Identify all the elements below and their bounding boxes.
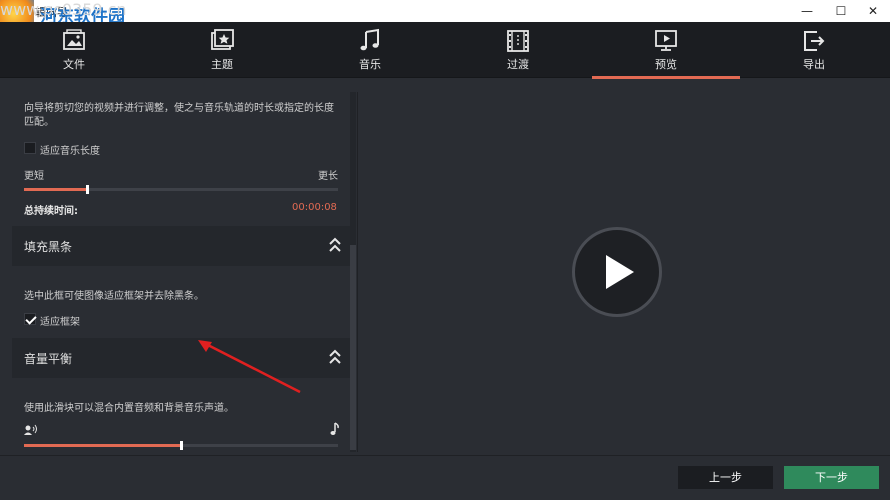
tab-transition-label: 过渡 bbox=[444, 56, 592, 72]
tab-file-label: 文件 bbox=[0, 56, 148, 72]
watermark-url: www.pc0359.cn bbox=[0, 0, 127, 19]
total-duration-value: 00:00:08 bbox=[292, 202, 337, 213]
next-step-button[interactable]: 下一步 bbox=[784, 466, 879, 489]
tab-music[interactable]: 音乐 bbox=[296, 22, 444, 78]
previous-step-button[interactable]: 上一步 bbox=[678, 466, 773, 489]
settings-panel: 向导将剪切您的视频并进行调整，使之与音乐轨道的时长或指定的长度匹配。 适应音乐长… bbox=[12, 92, 350, 452]
file-image-icon bbox=[61, 28, 87, 54]
fill-black-section-header[interactable]: 填充黑条 bbox=[12, 226, 350, 266]
minimize-button[interactable]: — bbox=[790, 0, 824, 22]
video-preview bbox=[357, 92, 878, 452]
tab-theme-label: 主题 bbox=[148, 56, 296, 72]
tab-file[interactable]: 文件 bbox=[0, 22, 148, 78]
volume-balance-slider[interactable] bbox=[24, 444, 338, 447]
fit-frame-checkbox-label: 适应框架 bbox=[40, 313, 80, 328]
volume-balance-slider-fill bbox=[24, 444, 181, 447]
bottom-bar: 上一步 下一步 bbox=[0, 455, 890, 500]
step-navigation: 文件 主题 音乐 过渡 bbox=[0, 22, 890, 78]
voice-icon bbox=[24, 424, 38, 436]
total-duration-label: 总持续时间: bbox=[24, 202, 78, 217]
maximize-button[interactable]: ☐ bbox=[824, 0, 858, 22]
tab-export[interactable]: 导出 bbox=[740, 22, 888, 78]
tab-transition[interactable]: 过渡 bbox=[444, 22, 592, 78]
tab-preview-label: 预览 bbox=[592, 56, 740, 72]
tab-music-label: 音乐 bbox=[296, 56, 444, 72]
music-note-icon bbox=[357, 28, 383, 54]
transition-film-icon bbox=[505, 28, 531, 54]
length-slider-fill bbox=[24, 188, 87, 191]
volume-balance-section-header[interactable]: 音量平衡 bbox=[12, 338, 350, 378]
volume-balance-slider-thumb[interactable] bbox=[180, 441, 183, 450]
fit-frame-checkbox[interactable] bbox=[24, 313, 36, 325]
play-button[interactable] bbox=[572, 227, 662, 317]
fill-black-description: 选中此框可使图像适应框架并去除黑条。 bbox=[24, 290, 334, 304]
settings-scrollbar-thumb[interactable] bbox=[350, 245, 356, 450]
longer-label: 更长 bbox=[318, 167, 338, 182]
export-icon bbox=[801, 28, 827, 54]
length-slider[interactable] bbox=[24, 188, 338, 191]
volume-balance-title: 音量平衡 bbox=[24, 350, 72, 367]
preview-screen-icon bbox=[653, 28, 679, 54]
tab-preview[interactable]: 预览 bbox=[592, 22, 740, 78]
fit-music-description: 向导将剪切您的视频并进行调整，使之与音乐轨道的时长或指定的长度匹配。 bbox=[24, 102, 334, 130]
length-slider-thumb[interactable] bbox=[86, 185, 89, 194]
chevron-up-icon[interactable] bbox=[328, 348, 342, 366]
fit-music-checkbox-label: 适应音乐长度 bbox=[40, 142, 100, 157]
tab-export-label: 导出 bbox=[740, 56, 888, 72]
play-icon bbox=[604, 253, 636, 291]
volume-balance-description: 使用此滑块可以混合内置音频和背景音乐声道。 bbox=[24, 402, 334, 416]
chevron-up-icon[interactable] bbox=[328, 236, 342, 254]
theme-star-icon bbox=[209, 28, 235, 54]
shorter-label: 更短 bbox=[24, 167, 44, 182]
close-button[interactable]: ✕ bbox=[856, 0, 890, 22]
fill-black-title: 填充黑条 bbox=[24, 238, 72, 255]
music-note-icon bbox=[330, 422, 340, 436]
title-bar: 剪辑向导 河东软件园 — ☐ ✕ bbox=[0, 0, 890, 22]
fit-music-checkbox[interactable] bbox=[24, 142, 36, 154]
tab-theme[interactable]: 主题 bbox=[148, 22, 296, 78]
